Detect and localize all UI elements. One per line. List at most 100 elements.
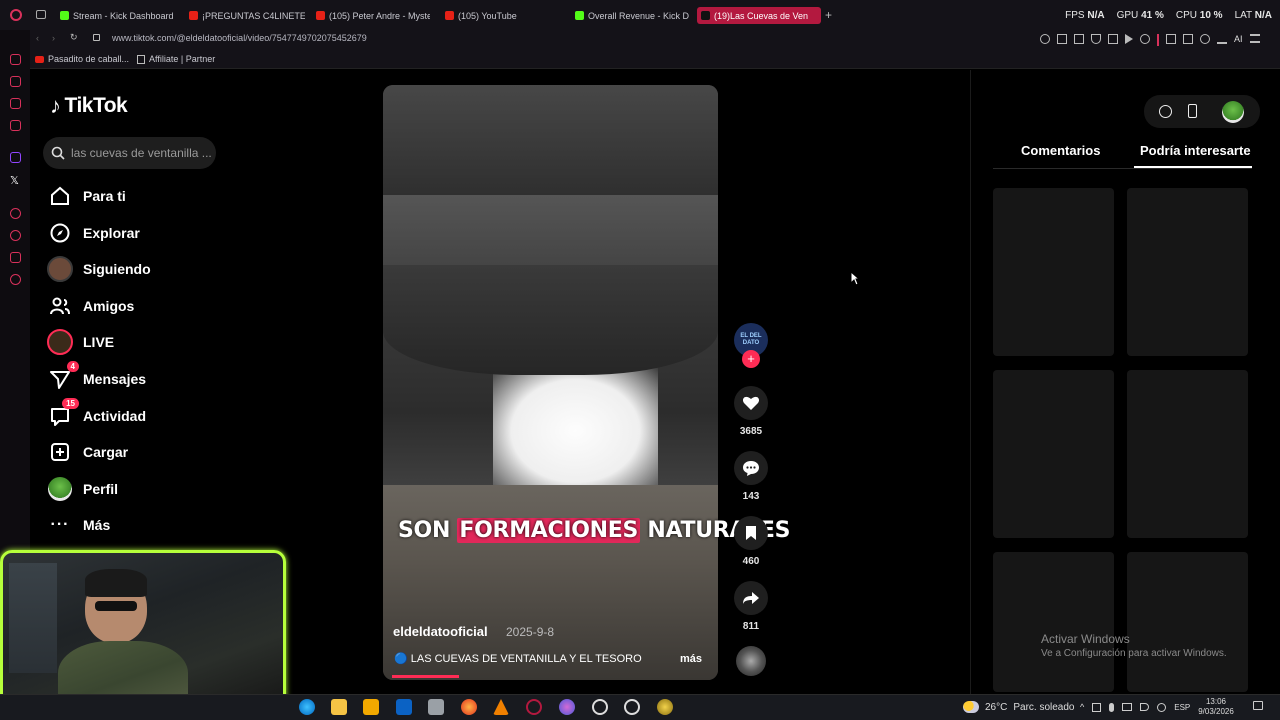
notification-icon[interactable] — [1253, 701, 1263, 710]
creator-avatar[interactable]: EL DEL DATO + — [734, 323, 768, 368]
save-button[interactable]: 460 — [734, 516, 768, 567]
weather-icon[interactable] — [963, 701, 979, 713]
new-tab-button[interactable]: + — [825, 8, 832, 22]
rail-play-icon[interactable] — [10, 208, 21, 219]
rail-settings-icon[interactable] — [10, 274, 21, 285]
obs-icon[interactable] — [592, 699, 608, 715]
firefox-icon[interactable] — [461, 699, 477, 715]
speaker-icon[interactable] — [1140, 703, 1150, 711]
tab-youtube[interactable]: (105) YouTube — [441, 7, 561, 24]
tab-peter-andre[interactable]: (105) Peter Andre - Myste — [312, 7, 430, 24]
phone-icon[interactable] — [1188, 104, 1197, 118]
nav-live[interactable]: LIVE — [47, 329, 114, 355]
account-icon[interactable] — [1200, 34, 1210, 44]
youtube-favicon-icon — [316, 11, 325, 20]
browser-menu-icon[interactable] — [10, 9, 22, 21]
zoom-icon[interactable] — [1040, 34, 1050, 44]
nav-actividad[interactable]: 15 Actividad — [47, 398, 146, 429]
store-icon[interactable] — [363, 699, 379, 715]
user-avatar[interactable] — [1222, 101, 1244, 123]
suggested-video-card[interactable] — [993, 370, 1114, 538]
screenshot-icon[interactable] — [1074, 34, 1084, 44]
network-icon[interactable] — [1157, 702, 1167, 712]
opera-gx-icon[interactable] — [526, 699, 542, 715]
like-button[interactable]: 3685 — [734, 386, 768, 437]
nav-mensajes[interactable]: 4 Mensajes — [47, 361, 146, 392]
compass-small-icon[interactable] — [1159, 105, 1172, 118]
rail-chat-icon[interactable] — [10, 98, 21, 109]
tiktok-favicon-icon — [701, 11, 710, 20]
nav-para-ti[interactable]: Para ti — [47, 183, 126, 209]
nav-siguiendo[interactable]: Siguiendo — [47, 256, 151, 282]
rail-bag-icon[interactable] — [10, 76, 21, 87]
download-icon[interactable] — [1217, 34, 1227, 44]
ai-button[interactable]: AI — [1234, 34, 1243, 46]
wallet-icon[interactable] — [1183, 34, 1193, 44]
nav-amigos[interactable]: Amigos — [47, 293, 134, 319]
rail-cube-icon[interactable] — [10, 252, 21, 263]
tab-comentarios[interactable]: Comentarios — [1021, 143, 1100, 158]
discord-icon[interactable] — [559, 699, 575, 715]
chrome-icon[interactable] — [657, 699, 673, 715]
forward-icon[interactable]: › — [52, 33, 55, 43]
clock[interactable]: 13:06 9/03/2026 — [1198, 697, 1234, 717]
more-button[interactable]: más — [680, 653, 702, 665]
rail-x-icon[interactable]: 𝕏 — [10, 174, 19, 187]
rail-twitch-icon[interactable] — [10, 152, 21, 163]
menu-icon[interactable] — [1249, 34, 1260, 43]
tab-list-icon[interactable] — [36, 10, 46, 19]
edge-icon[interactable] — [299, 699, 315, 715]
app-icon[interactable] — [428, 699, 444, 715]
rail-mail-icon[interactable] — [10, 120, 21, 131]
kick-favicon-icon — [575, 11, 584, 20]
nav-explorar[interactable]: Explorar — [47, 220, 140, 246]
share-button[interactable]: 811 — [734, 581, 768, 632]
rail-clock-icon[interactable] — [10, 230, 21, 241]
back-icon[interactable]: ‹ — [36, 33, 39, 43]
suggested-video-card[interactable] — [1127, 370, 1248, 538]
file-explorer-icon[interactable] — [331, 699, 347, 715]
play-icon[interactable] — [1125, 34, 1133, 44]
suggested-video-card[interactable] — [993, 552, 1114, 692]
reload-icon[interactable]: ↻ — [70, 32, 78, 43]
video-player[interactable] — [383, 85, 718, 680]
heart-icon[interactable] — [1140, 34, 1150, 44]
divider — [1157, 34, 1159, 46]
suggested-video-card[interactable] — [1127, 552, 1248, 692]
tiktok-logo[interactable]: ♪ TikTok — [50, 93, 128, 119]
nav-perfil[interactable]: Perfil — [47, 476, 118, 502]
url-text[interactable]: www.tiktok.com/@eldeldatooficial/video/7… — [112, 33, 367, 43]
bookmark-affiliate[interactable]: Affiliate | Partner — [137, 54, 215, 64]
video-author[interactable]: eldeldatooficial — [393, 624, 488, 639]
suggested-video-card[interactable] — [993, 188, 1114, 356]
nav-mas[interactable]: ··· Más — [47, 512, 111, 538]
bookmark-pasadito[interactable]: Pasadito de caball... — [35, 54, 129, 64]
shield-icon[interactable] — [1091, 34, 1101, 44]
tray-app-icon[interactable] — [1092, 702, 1102, 712]
translate-icon[interactable] — [1108, 34, 1118, 44]
tab-las-cuevas[interactable]: (19)Las Cuevas de Ven — [697, 7, 821, 24]
video-progress-bar[interactable] — [392, 675, 460, 678]
tab-kick-dashboard[interactable]: Stream - Kick Dashboard — [56, 7, 180, 24]
suggested-video-card[interactable] — [1127, 188, 1248, 356]
tab-overall-revenue[interactable]: Overall Revenue - Kick Da — [571, 7, 689, 24]
tab-preguntas[interactable]: ¡PREGUNTAS C4LINETES - — [185, 7, 305, 24]
language-indicator[interactable]: ESP — [1174, 703, 1190, 712]
pin-icon[interactable] — [1057, 34, 1067, 44]
extensions-icon[interactable] — [1166, 34, 1176, 44]
comment-button[interactable]: 143 — [734, 451, 768, 502]
follow-plus-icon[interactable]: + — [742, 350, 760, 368]
nav-cargar[interactable]: Cargar — [47, 439, 128, 465]
address-bar: ‹ › ↻ www.tiktok.com/@eldeldatooficial/v… — [0, 30, 1280, 50]
chevron-up-icon[interactable]: ^ — [1080, 702, 1084, 712]
search-input[interactable]: las cuevas de ventanilla ... — [43, 137, 216, 169]
microphone-icon[interactable] — [1109, 702, 1115, 712]
media-player-icon[interactable] — [624, 699, 640, 715]
outlook-icon[interactable] — [396, 699, 412, 715]
tab-podria-interesarte[interactable]: Podría interesarte — [1140, 143, 1251, 158]
music-disc[interactable] — [734, 646, 768, 676]
display-icon[interactable] — [1122, 703, 1133, 711]
weather-desc[interactable]: Parc. soleado — [1013, 702, 1074, 713]
weather-temp[interactable]: 26°C — [985, 702, 1007, 713]
rail-history-icon[interactable] — [10, 54, 21, 65]
